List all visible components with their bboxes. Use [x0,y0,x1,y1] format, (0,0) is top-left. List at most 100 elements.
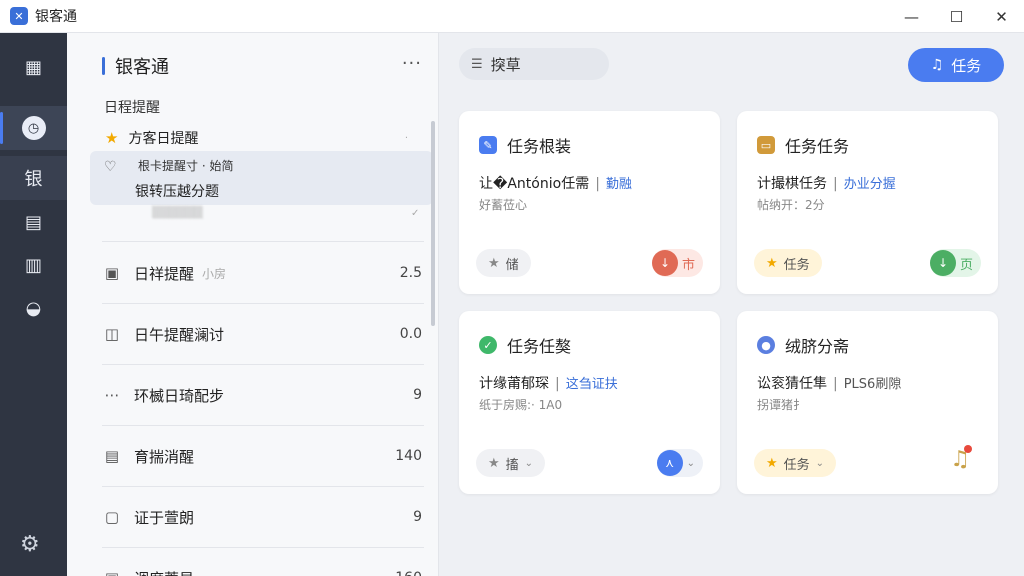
card-status-badge[interactable]: ↓ 页 [929,249,981,277]
hexagon-icon: ● [757,336,775,354]
chart-icon[interactable]: ▤ [0,200,67,244]
panel-scrollbar[interactable] [431,121,435,326]
status-icon: ↓ [929,250,956,276]
card-meta: 好蓄莅心 [479,198,528,212]
rail-item-bank[interactable]: 银 [0,156,67,200]
list-item-count: 2.5 [399,265,422,281]
list-item-count: 160 [395,570,422,576]
task-button-label: 任务 [951,56,982,75]
task-card[interactable]: ✎ 任务根装 让�António任需 | 勤融 好蓄莅心 ★ 储 ↓ 市 [459,111,720,294]
dot-icon: · [404,132,408,144]
card-tag-pill[interactable]: ★ 任务 [754,249,822,277]
list-item[interactable]: ▤ 育揣消醒 140 [102,436,424,476]
task-card[interactable]: ▭ 任务任务 计撮棋任务 | 办业分握 帖纳开：2分 ★ 任务 ↓ 页 [737,111,998,294]
star-icon: ★ [105,129,119,147]
chevron-down-icon: ⌄ [815,457,825,469]
card-meta: 拐谭猪扌 [757,398,806,412]
calendar-icon: ▤ [104,447,120,465]
clipboard-icon: ✎ [479,136,497,154]
minimize-button[interactable]: — [889,0,934,33]
section-title: 日程提醒 [104,100,160,116]
list-item[interactable]: ▣ 调度萱显 160 [102,558,424,576]
card-link[interactable]: 这刍证扶 [566,377,618,392]
badge-label: 页 [959,257,973,273]
document-icon: ▢ [104,508,120,526]
divider [102,303,424,304]
reminder-panel: 银客通 ··· 日程提醒 ★ 方客日提醒 · ♡ 根卡提醒寸 · 始简 银转压越… [67,33,439,576]
card-tag-pill[interactable]: ★ 搐 ⌄ [476,449,546,477]
favorite-label: 方客日提醒 [128,131,199,147]
shield-icon: ◫ [104,325,120,343]
card-tag-pill[interactable]: ★ 储 [476,249,531,277]
divider [102,486,424,487]
title-bar: ✕ 银客通 — ☐ ✕ [0,0,1024,33]
card-link[interactable]: 勤融 [606,177,632,192]
panel-title: 银客通 [115,57,169,78]
blurred-subtext: ▒▒▒▒▒▒ [152,206,203,219]
list-item[interactable]: ◫ 日午提醒澜讨 0.0 [102,314,424,354]
list-item[interactable]: ⋯ 环楲日琦配步 9 [102,375,424,415]
loading-icon: ⋯ [104,386,120,404]
favorite-item[interactable]: ★ 方客日提醒 · [90,126,420,150]
card-status-badge[interactable]: ⋏ ⌄ [656,449,703,477]
list-item-label: 日祥提醒 [134,264,195,283]
task-card[interactable]: ✓ 任务任獒 计缘莆郁琛 | 这刍证扶 纸于房赐:· 1A0 ★ 搐 ⌄ ⋏ ⌄ [459,311,720,494]
nav-rail: ▦ ◷ 银 ▤ ▥ ◒ [0,33,67,576]
calendar-icon: ▣ [102,569,122,576]
list-item[interactable]: ▢ 证于萱朗 9 [102,497,424,537]
shield-icon: ♡ [104,159,117,175]
more-options-button[interactable]: ··· [402,53,422,74]
card-subtitle: 让�António任需 | 勤融 [479,176,632,192]
filter-icon: ☰ [471,56,483,72]
selected-line-2: 银转压越分题 [135,184,219,200]
selected-line-1: 根卡提醒寸 · 始简 [138,159,234,173]
list-item-label: 育揣消醒 [134,447,195,466]
list-item-label: 环楲日琦配步 [134,386,225,405]
list-item-extra: 小房 [202,266,227,281]
list-item-count: 0.0 [399,326,422,342]
card-subtitle: 讼衮猜任隼 | PLS6刷隙 [757,376,902,392]
card-title: 任务根装 [507,137,572,156]
card-title: 任务任务 [785,137,850,156]
rail-item-schedule[interactable]: ◷ [0,106,67,150]
card-tag-pill[interactable]: ★ 任务 ⌄ [754,449,837,477]
card-sub-text: 计缘莆郁琛 [479,376,549,392]
pill-label: 储 [505,257,519,273]
card-link[interactable]: 办业分握 [844,177,896,192]
check-icon: ✓ [411,208,420,219]
app-logo: ✕ [10,7,28,25]
card-meta: 帖纳开：2分 [757,198,825,212]
settings-gear-icon[interactable]: ⚙ [20,532,40,557]
star-icon: ★ [488,455,500,471]
headset-icon[interactable]: ◒ [0,286,67,330]
close-button[interactable]: ✕ [979,0,1024,33]
window-controls: — ☐ ✕ [889,0,1024,33]
grid-logo-icon[interactable]: ▦ [0,45,67,89]
title-accent-bar [102,57,105,75]
search-label: 揬草 [490,55,521,74]
card-subtitle: 计缘莆郁琛 | 这刍证扶 [479,376,618,392]
list-item-label: 日午提醒澜讨 [134,325,225,344]
pill-label: 搐 [505,457,519,473]
notification-dot [964,445,972,453]
maximize-button[interactable]: ☐ [934,0,979,33]
card-sub-text: 让�António任需 [479,176,590,192]
list-item[interactable]: ▣ 日祥提醒 小房 2.5 [102,253,424,293]
bar-chart-icon[interactable]: ▥ [0,243,67,287]
rail-item-bank-label: 银 [24,169,43,190]
card-sub-text: 计撮棋任务 [757,176,827,192]
calendar-icon: ▣ [104,264,120,282]
chevron-down-icon: ⌄ [686,457,695,469]
search-box[interactable]: ☰ 揬草 [459,48,609,80]
pill-label: 任务 [783,257,810,273]
pill-label: 任务 [783,457,810,473]
list-item-label: 证于萱朗 [134,508,195,527]
card-status-badge[interactable]: ↓ 市 [651,249,703,277]
card-link[interactable]: PLS6刷隙 [844,377,902,392]
selected-reminder[interactable]: ♡ 根卡提醒寸 · 始简 银转压越分题 [90,151,433,205]
list-item-count: 140 [395,448,422,464]
task-button[interactable]: ♫ 任务 [908,48,1004,82]
card-subtitle: 计撮棋任务 | 办业分握 [757,176,896,192]
task-card[interactable]: ● 绒脐分斋 讼衮猜任隼 | PLS6刷隙 拐谭猪扌 ★ 任务 ⌄ ♫ [737,311,998,494]
list-item-label: 调度萱显 [134,568,194,576]
